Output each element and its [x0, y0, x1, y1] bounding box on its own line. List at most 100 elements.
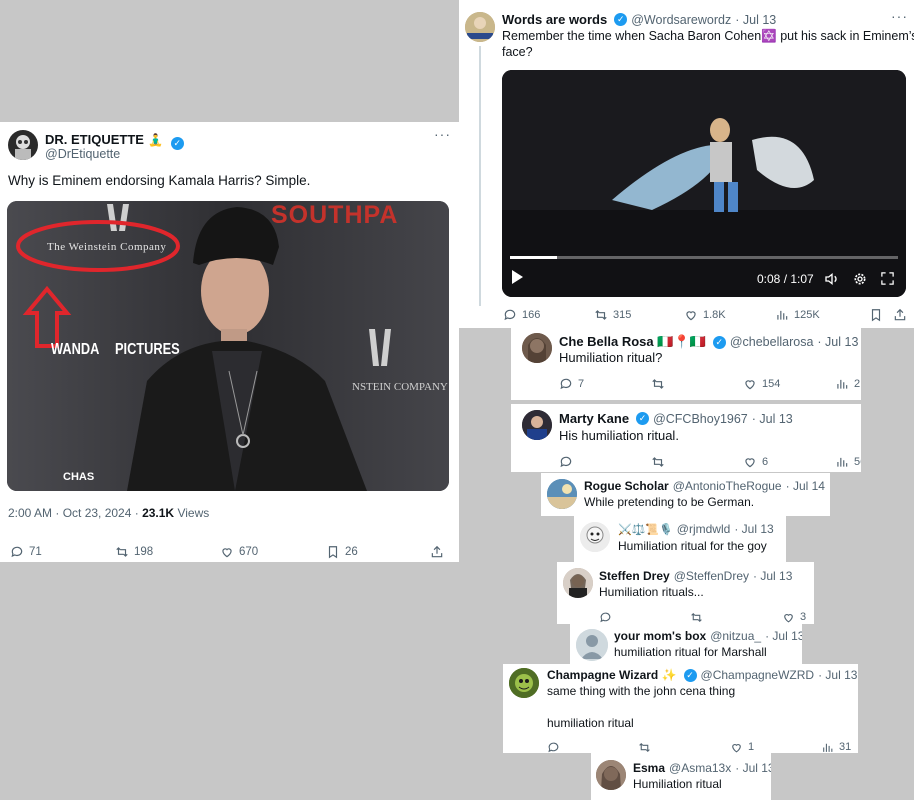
- like-button[interactable]: 1.8K: [684, 308, 726, 322]
- reply-card[interactable]: Che Bella Rosa 🇮🇹📍🇮🇹 ✓ @chebellarosa · J…: [511, 326, 861, 400]
- reply-author-handle[interactable]: @ChampagneWZRD: [701, 668, 815, 682]
- reply-date[interactable]: · Jul 13: [735, 761, 771, 775]
- repost-icon[interactable]: [651, 455, 665, 469]
- like-button[interactable]: 3: [782, 611, 806, 624]
- more-options-icon[interactable]: ···: [891, 8, 908, 24]
- views-button[interactable]: 31: [821, 741, 851, 753]
- share-button[interactable]: [430, 545, 444, 559]
- reply-card[interactable]: Rogue Scholar @AntonioTheRogue · Jul 14 …: [541, 473, 830, 516]
- tweet-image[interactable]: SOUTHPA The Weinstein Company NSTEIN COM…: [7, 201, 449, 491]
- reply-author-name[interactable]: Steffen Drey: [599, 569, 670, 583]
- reply-author-name[interactable]: ⚔️⚖️📜🎙️: [618, 523, 673, 536]
- tweet-text-line1: Remember the time when Sacha Baron Cohen…: [502, 29, 914, 43]
- tweet-text: Why is Eminem endorsing Kamala Harris? S…: [8, 173, 311, 188]
- views-button[interactable]: 2.: [835, 377, 861, 391]
- avatar[interactable]: [522, 410, 552, 440]
- avatar[interactable]: [596, 760, 626, 790]
- like-count: 1.8K: [703, 309, 726, 321]
- reply-date[interactable]: · Jul 13: [734, 522, 773, 536]
- avatar[interactable]: [8, 130, 38, 160]
- repost-icon[interactable]: [651, 377, 665, 391]
- share-icon[interactable]: [893, 308, 907, 322]
- author-name[interactable]: Words are words: [502, 12, 607, 27]
- reply-author-handle[interactable]: @Asma13x: [669, 761, 731, 775]
- reply-button[interactable]: 71: [10, 545, 42, 559]
- reply-author-handle[interactable]: @SteffenDrey: [674, 569, 749, 583]
- repost-button[interactable]: 198: [115, 545, 153, 559]
- author-name[interactable]: DR. ETIQUETTE: [45, 132, 144, 147]
- reply-date[interactable]: · Jul 13: [765, 629, 802, 643]
- avatar[interactable]: [465, 12, 495, 42]
- thread-line: [479, 46, 481, 306]
- like-button[interactable]: 1: [730, 741, 754, 753]
- reply-author-name[interactable]: Champagne Wizard ✨: [547, 668, 677, 682]
- reply-actions: 3: [557, 610, 814, 624]
- reply-text: Humiliation ritual?: [559, 350, 663, 365]
- share-icon: [431, 545, 443, 558]
- bookmark-icon[interactable]: [869, 308, 883, 322]
- reply-icon: [11, 546, 23, 558]
- repost-icon[interactable]: [638, 741, 651, 754]
- avatar[interactable]: [576, 629, 608, 661]
- reply-card[interactable]: your mom's box @nitzua_ · Jul 13 humilia…: [570, 624, 802, 666]
- bookmark-button[interactable]: 26: [326, 545, 358, 559]
- reply-author-name[interactable]: Marty Kane: [559, 411, 629, 426]
- reply-text-paragraph-2: humiliation ritual: [547, 716, 634, 730]
- verified-icon: ✓: [683, 668, 697, 682]
- author-handle[interactable]: @DrEtiquette: [45, 147, 120, 161]
- reply-author-handle[interactable]: @AntonioTheRogue: [673, 479, 782, 493]
- like-button[interactable]: 670: [220, 545, 258, 559]
- reply-author-handle[interactable]: @rjmdwld: [677, 522, 731, 536]
- avatar[interactable]: [580, 522, 610, 552]
- tweet-date[interactable]: · Jul 13: [735, 13, 776, 27]
- reply-text: same thing with the john cena thing: [547, 684, 736, 698]
- reply-author-name[interactable]: your mom's box: [614, 629, 706, 643]
- tweet-actions: 71 198 670 26: [0, 542, 459, 562]
- reply-date[interactable]: · Jul 13: [752, 412, 793, 426]
- avatar[interactable]: [547, 479, 577, 509]
- reply-author-handle[interactable]: @chebellarosa: [730, 335, 814, 349]
- reply-date[interactable]: · Jul 13: [817, 335, 858, 349]
- reply-author-handle[interactable]: @CFCBhoy1967: [653, 412, 748, 426]
- volume-icon[interactable]: [824, 271, 840, 287]
- reply-date[interactable]: · Jul 13: [753, 569, 792, 583]
- reply-text: Humiliation rituals...: [599, 585, 704, 599]
- reply-author-name[interactable]: Che Bella Rosa 🇮🇹📍🇮🇹: [559, 334, 706, 350]
- avatar[interactable]: [563, 568, 593, 598]
- reply-author-name[interactable]: Rogue Scholar: [584, 479, 669, 493]
- like-button[interactable]: 154: [743, 377, 780, 391]
- video-progress-bar[interactable]: [510, 256, 898, 259]
- views-button[interactable]: 125K: [775, 308, 820, 322]
- avatar-image: [15, 135, 31, 160]
- repost-button[interactable]: 315: [594, 308, 631, 322]
- more-options-icon[interactable]: ···: [434, 126, 451, 142]
- reply-date[interactable]: · Jul 13: [818, 668, 857, 682]
- reply-card[interactable]: Champagne Wizard ✨ ✓ @ChampagneWZRD · Ju…: [503, 664, 858, 753]
- like-button[interactable]: 6: [743, 455, 768, 469]
- reply-author-handle[interactable]: @nitzua_: [710, 629, 761, 643]
- reply-date[interactable]: · Jul 14: [786, 479, 825, 493]
- reply-card[interactable]: Esma @Asma13x · Jul 13 Humiliation ritua…: [591, 753, 771, 800]
- views-button[interactable]: 56: [835, 455, 861, 469]
- author-handle[interactable]: @Wordsarewordz: [631, 13, 731, 27]
- reply-icon[interactable]: [599, 611, 612, 624]
- settings-gear-icon[interactable]: [852, 271, 868, 287]
- reply-card[interactable]: Marty Kane ✓ @CFCBhoy1967 · Jul 13 His h…: [511, 404, 861, 472]
- reply-author-name[interactable]: Esma: [633, 761, 665, 775]
- reply-icon[interactable]: [559, 455, 573, 469]
- reply-count: 7: [578, 378, 585, 390]
- avatar[interactable]: [509, 668, 539, 698]
- avatar[interactable]: [522, 333, 552, 363]
- avatar-image: [563, 568, 593, 598]
- repost-icon[interactable]: [690, 611, 703, 624]
- views-count: 56: [854, 456, 861, 468]
- play-button[interactable]: [512, 270, 523, 284]
- reply-icon[interactable]: [547, 741, 560, 754]
- reply-card[interactable]: ⚔️⚖️📜🎙️ @rjmdwld · Jul 13 Humiliation ri…: [574, 516, 786, 562]
- fullscreen-icon[interactable]: [880, 271, 895, 286]
- tweet-timestamp[interactable]: 2:00 AM · Oct 23, 2024 ·: [8, 506, 142, 520]
- reply-button[interactable]: 7: [559, 377, 584, 391]
- reply-button[interactable]: 166: [503, 308, 540, 322]
- reply-card[interactable]: Steffen Drey @SteffenDrey · Jul 13 Humil…: [557, 562, 814, 624]
- video-player[interactable]: 0:08 / 1:07: [502, 70, 906, 297]
